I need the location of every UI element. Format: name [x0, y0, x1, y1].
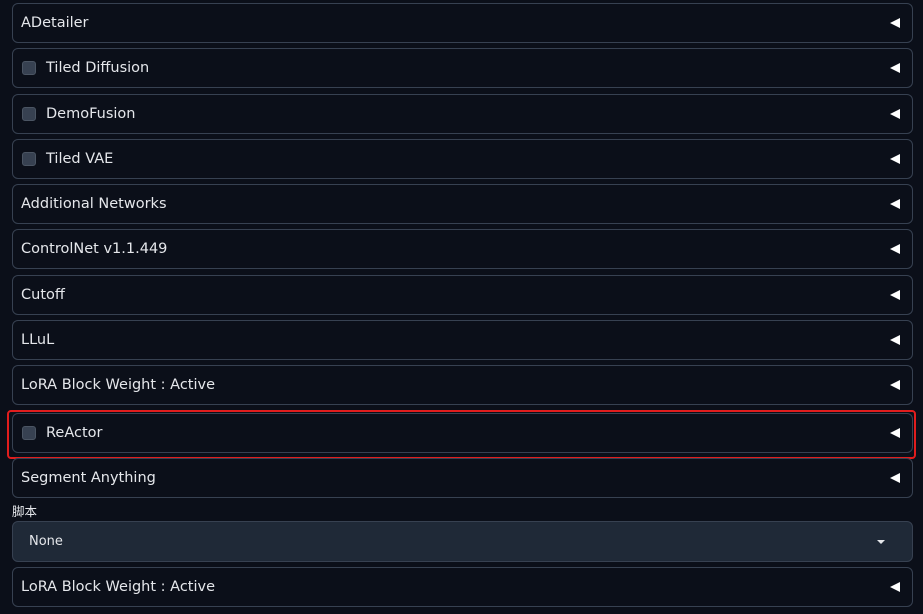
accordion-llul[interactable]: LLuL: [12, 320, 913, 360]
accordion-header: Tiled VAE: [13, 151, 889, 167]
enable-checkbox[interactable]: [22, 426, 36, 440]
collapse-triangle-left-icon[interactable]: [889, 108, 901, 120]
accordion-header: Segment Anything: [13, 470, 889, 486]
accordion-header: ADetailer: [13, 15, 889, 31]
accordion-label: LoRA Block Weight : Active: [21, 579, 216, 595]
accordion-label: Tiled Diffusion: [46, 60, 150, 76]
accordion-tiled-vae[interactable]: Tiled VAE: [12, 139, 913, 179]
accordion-header: LoRA Block Weight : Active: [13, 579, 889, 595]
collapse-triangle-left-icon[interactable]: [889, 153, 901, 165]
collapse-triangle-left-icon[interactable]: [889, 472, 901, 484]
script-label: 脚本: [12, 504, 38, 519]
collapse-triangle-left-icon[interactable]: [889, 62, 901, 74]
caret-down-icon: [876, 539, 886, 545]
accordion-label: Tiled VAE: [46, 151, 114, 167]
dropdown-selected-value: None: [29, 534, 63, 549]
accordion-cutoff[interactable]: Cutoff: [12, 275, 913, 315]
accordion-header: Additional Networks: [13, 196, 889, 212]
accordion-label: Segment Anything: [21, 470, 156, 486]
accordion-header: Tiled Diffusion: [13, 60, 889, 76]
accordion-header: LoRA Block Weight : Active: [13, 377, 889, 393]
accordion-lora-block-weight-bottom[interactable]: LoRA Block Weight : Active: [12, 567, 913, 607]
accordion-header: ReActor: [13, 425, 889, 441]
accordion-label: ControlNet v1.1.449: [21, 241, 168, 257]
accordion-additional-networks[interactable]: Additional Networks: [12, 184, 913, 224]
accordion-lora-block-weight[interactable]: LoRA Block Weight : Active: [12, 365, 913, 405]
enable-checkbox[interactable]: [22, 152, 36, 166]
accordion-label: LLuL: [21, 332, 55, 348]
accordion-header: ControlNet v1.1.449: [13, 241, 889, 257]
collapse-triangle-left-icon[interactable]: [889, 17, 901, 29]
accordion-label: ADetailer: [21, 15, 89, 31]
accordion-demofusion[interactable]: DemoFusion: [12, 94, 913, 134]
accordion-header: DemoFusion: [13, 106, 889, 122]
accordion-header: Cutoff: [13, 287, 889, 303]
accordion-tiled-diffusion[interactable]: Tiled Diffusion: [12, 48, 913, 88]
collapse-triangle-left-icon[interactable]: [889, 581, 901, 593]
accordion-segment-anything[interactable]: Segment Anything: [12, 458, 913, 498]
accordion-label: Additional Networks: [21, 196, 167, 212]
accordion-label: ReActor: [46, 425, 103, 441]
accordion-label: LoRA Block Weight : Active: [21, 377, 216, 393]
accordion-label: DemoFusion: [46, 106, 136, 122]
collapse-triangle-left-icon[interactable]: [889, 289, 901, 301]
collapse-triangle-left-icon[interactable]: [889, 198, 901, 210]
collapse-triangle-left-icon[interactable]: [889, 379, 901, 391]
enable-checkbox[interactable]: [22, 107, 36, 121]
enable-checkbox[interactable]: [22, 61, 36, 75]
collapse-triangle-left-icon[interactable]: [889, 427, 901, 439]
accordion-label: Cutoff: [21, 287, 65, 303]
collapse-triangle-left-icon[interactable]: [889, 243, 901, 255]
accordion-controlnet[interactable]: ControlNet v1.1.449: [12, 229, 913, 269]
accordion-adetailer[interactable]: ADetailer: [12, 3, 913, 43]
accordion-reactor[interactable]: ReActor: [12, 413, 913, 453]
collapse-triangle-left-icon[interactable]: [889, 334, 901, 346]
accordion-header: LLuL: [13, 332, 889, 348]
extensions-panel: ADetailer Tiled Diffusion DemoFusion Til…: [0, 0, 923, 614]
script-dropdown[interactable]: None: [12, 521, 913, 562]
